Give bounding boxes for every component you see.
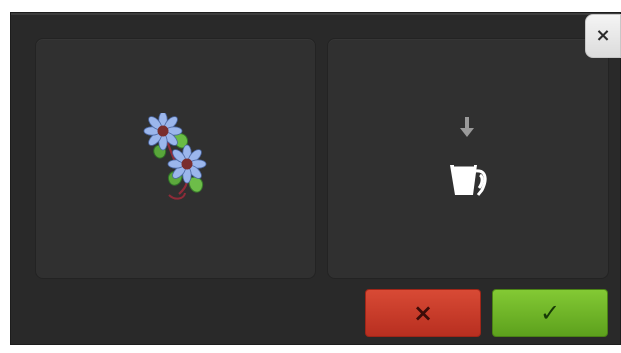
- arrow-down-icon: [460, 117, 474, 137]
- fill-action-graphic: [446, 117, 492, 207]
- jug-icon: [450, 163, 487, 196]
- design-preview-panel: [35, 38, 316, 279]
- checkmark-icon: ✓: [539, 299, 561, 327]
- close-button[interactable]: ×: [585, 14, 621, 58]
- cancel-icon: ×: [412, 299, 434, 327]
- action-preview-panel: [327, 38, 609, 279]
- flower-embroidery-icon: [141, 111, 213, 203]
- cancel-button[interactable]: ×: [365, 289, 481, 337]
- close-icon: ×: [595, 25, 611, 46]
- window-top-bevel: [11, 13, 620, 15]
- screen: × × ✓: [0, 0, 621, 353]
- confirm-button[interactable]: ✓: [492, 289, 608, 337]
